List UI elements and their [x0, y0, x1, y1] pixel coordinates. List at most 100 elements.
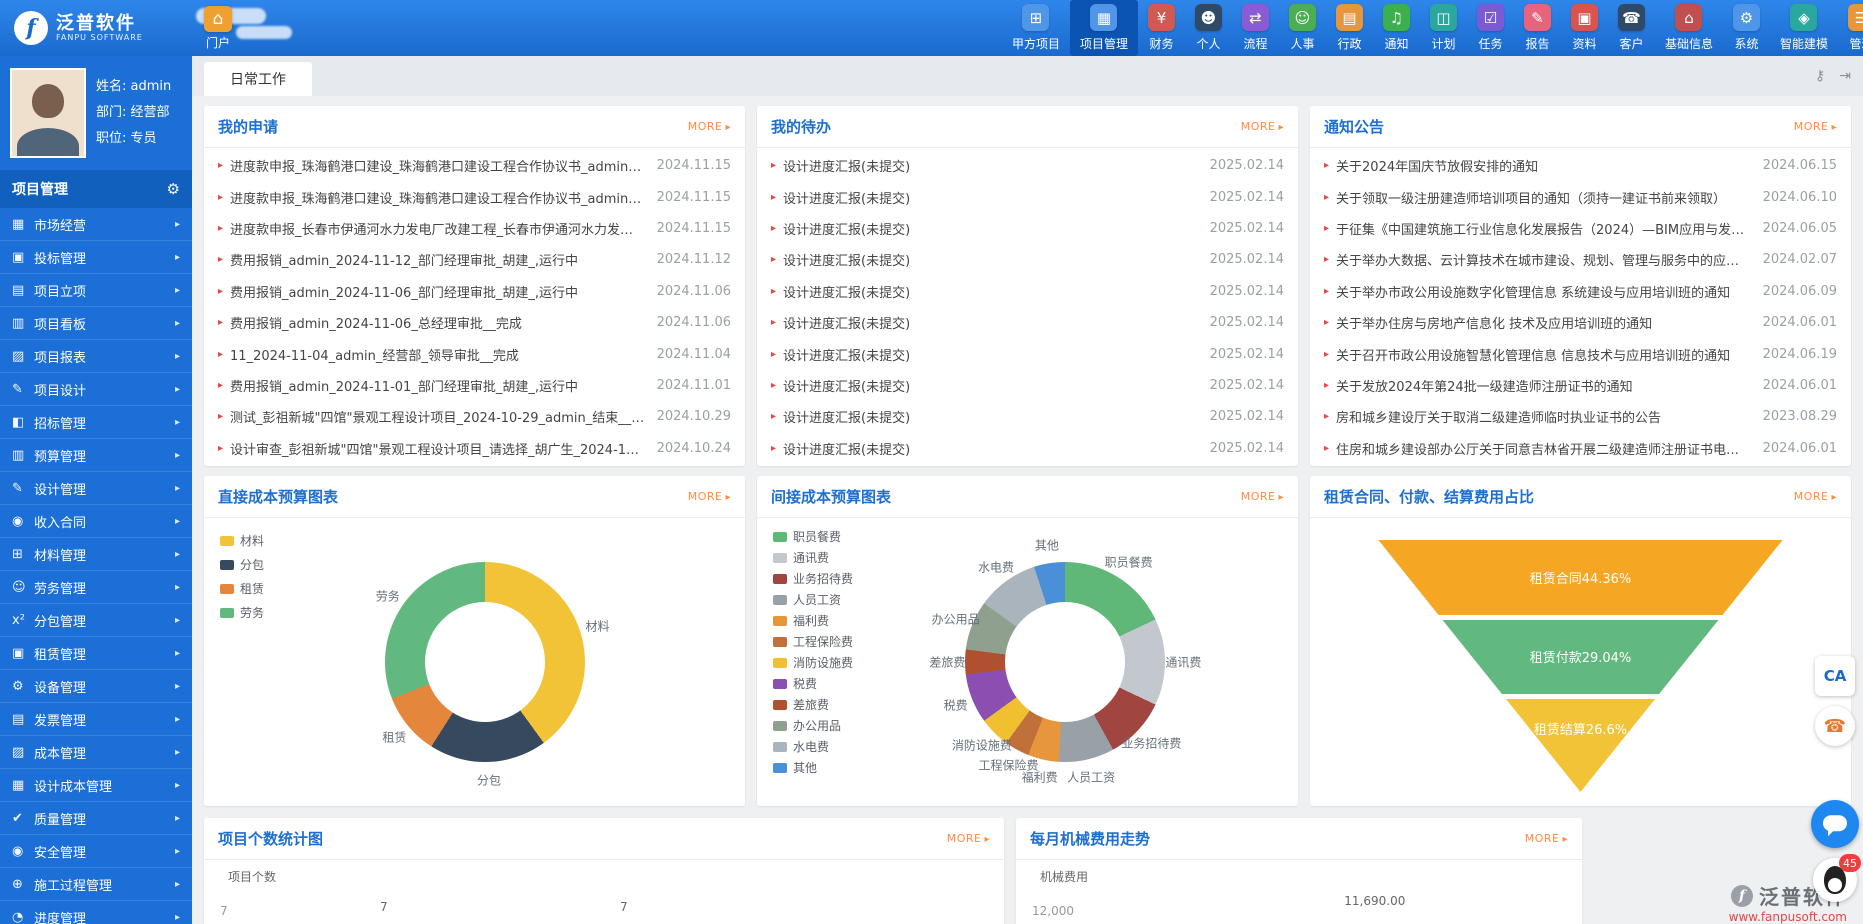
top-nav-item[interactable]: ⇄ 流程	[1232, 0, 1279, 56]
more-link[interactable]: MORE	[688, 120, 731, 133]
list-item[interactable]: ▸ 设计审查_彭祖新城"四馆"景观工程设计项目_请选择_胡广生_2024-10-…	[204, 433, 745, 464]
legend-item[interactable]: 职员餐费	[773, 528, 853, 545]
top-nav-item[interactable]: ⌂ 基础信息	[1655, 0, 1723, 56]
legend-item[interactable]: 劳务	[220, 604, 264, 621]
top-nav-item[interactable]: ▣ 资料	[1561, 0, 1608, 56]
item-text[interactable]: 费用报销_admin_2024-11-12_部门经理审批_胡建_,运行中	[230, 250, 645, 269]
list-item[interactable]: ▸ 关于领取一级注册建造师培训项目的通知（须持一建证书前来领取） 2024.06…	[1310, 181, 1851, 212]
item-text[interactable]: 11_2024-11-04_admin_经营部_领导审批__完成	[230, 345, 645, 364]
sidebar-menu-item[interactable]: ✎ 项目设计 ▸	[0, 373, 192, 406]
list-item[interactable]: ▸ 设计进度汇报(未提交) 2025.02.14	[757, 276, 1298, 307]
item-text[interactable]: 设计审查_彭祖新城"四馆"景观工程设计项目_请选择_胡广生_2024-10-2.…	[230, 439, 645, 458]
sidebar-menu-item[interactable]: ▤ 发票管理 ▸	[0, 703, 192, 736]
sidebar-section-header[interactable]: 项目管理 ⚙	[0, 170, 192, 208]
list-item[interactable]: ▸ 进度款申报_珠海鹤港口建设_珠海鹤港口建设工程合作协议书_admin_...…	[204, 150, 745, 181]
sidebar-menu-item[interactable]: ⚙ 设备管理 ▸	[0, 670, 192, 703]
more-link[interactable]: MORE	[1525, 832, 1568, 845]
item-text[interactable]: 设计进度汇报(未提交)	[783, 439, 1198, 458]
item-text[interactable]: 设计进度汇报(未提交)	[783, 345, 1198, 364]
list-item[interactable]: ▸ 设计进度汇报(未提交) 2025.02.14	[757, 338, 1298, 369]
legend-item[interactable]: 通讯费	[773, 549, 853, 566]
list-item[interactable]: ▸ 设计进度汇报(未提交) 2025.02.14	[757, 401, 1298, 432]
top-nav-item[interactable]: ☻ 个人	[1185, 0, 1232, 56]
top-nav-item[interactable]: ◫ 计划	[1420, 0, 1467, 56]
item-text[interactable]: 关于召开市政公用设施智慧化管理信息 信息技术与应用培训班的通知	[1336, 345, 1751, 364]
list-item[interactable]: ▸ 关于举办大数据、云计算技术在城市建设、规划、管理与服务中的应用培训班... …	[1310, 244, 1851, 275]
sidebar-menu-item[interactable]: ▤ 项目立项 ▸	[0, 274, 192, 307]
list-item[interactable]: ▸ 设计进度汇报(未提交) 2025.02.14	[757, 150, 1298, 181]
collapse-icon[interactable]: ⇥	[1839, 68, 1851, 84]
list-item[interactable]: ▸ 设计进度汇报(未提交) 2025.02.14	[757, 181, 1298, 212]
top-nav-item[interactable]: ⚙ 系统	[1723, 0, 1770, 56]
sidebar-menu-item[interactable]: ✎ 设计管理 ▸	[0, 472, 192, 505]
list-item[interactable]: ▸ 关于举办住房与房地产信息化 技术及应用培训班的通知 2024.06.01	[1310, 307, 1851, 338]
legend-item[interactable]: 办公用品	[773, 717, 853, 734]
nav-item-portal[interactable]: ⌂ 门户	[192, 3, 244, 54]
item-text[interactable]: 设计进度汇报(未提交)	[783, 188, 1198, 207]
item-text[interactable]: 关于举办市政公用设施数字化管理信息 系统建设与应用培训班的通知	[1336, 282, 1751, 301]
item-text[interactable]: 房和城乡建设厅关于取消二级建造师临时执业证书的公告	[1336, 407, 1751, 426]
customer-service-chat-button[interactable]	[1811, 800, 1859, 848]
item-text[interactable]: 费用报销_admin_2024-11-01_部门经理审批_胡建_,运行中	[230, 376, 645, 395]
sidebar-menu-item[interactable]: ▨ 项目报表 ▸	[0, 340, 192, 373]
item-text[interactable]: 进度款申报_长春市伊通河水力发电厂改建工程_长春市伊通河水力发电...	[230, 219, 645, 238]
list-item[interactable]: ▸ 房和城乡建设厅关于取消二级建造师临时执业证书的公告 2023.08.29	[1310, 401, 1851, 432]
top-nav-item[interactable]: ♫ 通知	[1373, 0, 1420, 56]
item-text[interactable]: 设计进度汇报(未提交)	[783, 219, 1198, 238]
item-text[interactable]: 设计进度汇报(未提交)	[783, 282, 1198, 301]
sidebar-menu-item[interactable]: ⊞ 材料管理 ▸	[0, 538, 192, 571]
list-item[interactable]: ▸ 住房和城乡建设部办公厅关于同意吉林省开展二级建造师注册证书电子化试点... …	[1310, 433, 1851, 464]
item-text[interactable]: 关于发放2024年第24批一级建造师注册证书的通知	[1336, 376, 1751, 395]
list-item[interactable]: ▸ 费用报销_admin_2024-11-06_总经理审批__完成 2024.1…	[204, 307, 745, 338]
item-text[interactable]: 费用报销_admin_2024-11-06_总经理审批__完成	[230, 313, 645, 332]
item-text[interactable]: 设计进度汇报(未提交)	[783, 250, 1198, 269]
sidebar-menu-item[interactable]: ▥ 项目看板 ▸	[0, 307, 192, 340]
top-nav-item[interactable]: ▤ 行政	[1326, 0, 1373, 56]
more-link[interactable]: MORE	[1241, 120, 1284, 133]
legend-item[interactable]: 分包	[220, 556, 264, 573]
more-link[interactable]: MORE	[1794, 490, 1837, 503]
item-text[interactable]: 设计进度汇报(未提交)	[783, 313, 1198, 332]
list-item[interactable]: ▸ 设计进度汇报(未提交) 2025.02.14	[757, 370, 1298, 401]
list-item[interactable]: ▸ 关于2024年国庆节放假安排的通知 2024.06.15	[1310, 150, 1851, 181]
sidebar-menu-item[interactable]: ✔ 质量管理 ▸	[0, 802, 192, 835]
top-nav-item[interactable]: ☺ 人事	[1279, 0, 1326, 56]
top-nav-item[interactable]: ✎ 报告	[1514, 0, 1561, 56]
more-link[interactable]: MORE	[1794, 120, 1837, 133]
item-text[interactable]: 设计进度汇报(未提交)	[783, 156, 1198, 175]
sidebar-menu-item[interactable]: ◉ 安全管理 ▸	[0, 835, 192, 868]
item-text[interactable]: 住房和城乡建设部办公厅关于同意吉林省开展二级建造师注册证书电子化试点...	[1336, 439, 1751, 458]
top-nav-item[interactable]: ¥ 财务	[1138, 0, 1185, 56]
top-nav-item[interactable]: ☑ 任务	[1467, 0, 1514, 56]
top-nav-item[interactable]: ▦ 项目管理	[1070, 0, 1138, 56]
chart-legend-label[interactable]: 项目个数	[228, 868, 276, 885]
list-item[interactable]: ▸ 费用报销_admin_2024-11-01_部门经理审批_胡建_,运行中 2…	[204, 370, 745, 401]
item-text[interactable]: 设计进度汇报(未提交)	[783, 407, 1198, 426]
sidebar-menu-item[interactable]: ▣ 投标管理 ▸	[0, 241, 192, 274]
list-item[interactable]: ▸ 11_2024-11-04_admin_经营部_领导审批__完成 2024.…	[204, 338, 745, 369]
chart-legend-label[interactable]: 机械费用	[1040, 868, 1088, 885]
item-text[interactable]: 进度款申报_珠海鹤港口建设_珠海鹤港口建设工程合作协议书_admin_...	[230, 188, 645, 207]
item-text[interactable]: 测试_彭祖新城"四馆"景观工程设计项目_2024-10-29_admin_结束_…	[230, 407, 645, 426]
item-text[interactable]: 设计进度汇报(未提交)	[783, 376, 1198, 395]
legend-item[interactable]: 业务招待费	[773, 570, 853, 587]
top-nav-item[interactable]: ☰ 管理	[1838, 0, 1863, 56]
sidebar-menu-item[interactable]: ⊕ 施工过程管理 ▸	[0, 868, 192, 901]
more-link[interactable]: MORE	[688, 490, 731, 503]
item-text[interactable]: 关于举办大数据、云计算技术在城市建设、规划、管理与服务中的应用培训班...	[1336, 250, 1751, 269]
list-item[interactable]: ▸ 设计进度汇报(未提交) 2025.02.14	[757, 213, 1298, 244]
sidebar-menu-item[interactable]: ▦ 市场经营 ▸	[0, 208, 192, 241]
list-item[interactable]: ▸ 关于发放2024年第24批一级建造师注册证书的通知 2024.06.01	[1310, 370, 1851, 401]
more-link[interactable]: MORE	[947, 832, 990, 845]
sidebar-menu-item[interactable]: ◉ 收入合同 ▸	[0, 505, 192, 538]
legend-item[interactable]: 材料	[220, 532, 264, 549]
list-item[interactable]: ▸ 关于举办市政公用设施数字化管理信息 系统建设与应用培训班的通知 2024.0…	[1310, 276, 1851, 307]
list-item[interactable]: ▸ 进度款申报_长春市伊通河水力发电厂改建工程_长春市伊通河水力发电... 20…	[204, 213, 745, 244]
more-link[interactable]: MORE	[1241, 490, 1284, 503]
list-item[interactable]: ▸ 设计进度汇报(未提交) 2025.02.14	[757, 433, 1298, 464]
list-item[interactable]: ▸ 费用报销_admin_2024-11-12_部门经理审批_胡建_,运行中 2…	[204, 244, 745, 275]
list-item[interactable]: ▸ 设计进度汇报(未提交) 2025.02.14	[757, 244, 1298, 275]
legend-item[interactable]: 其他	[773, 759, 853, 776]
legend-item[interactable]: 水电费	[773, 738, 853, 755]
key-icon[interactable]: ⚷	[1815, 68, 1825, 84]
